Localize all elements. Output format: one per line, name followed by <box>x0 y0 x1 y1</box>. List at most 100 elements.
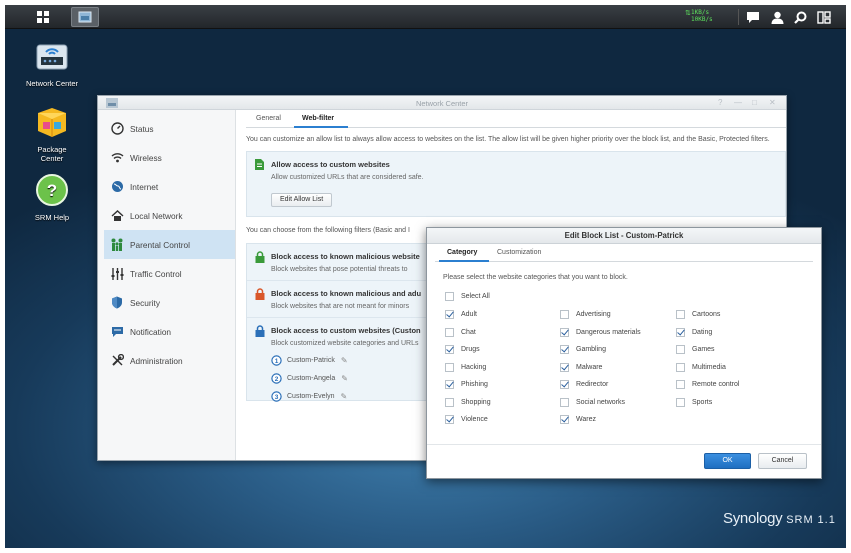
category-checkbox[interactable]: Dating <box>676 327 712 337</box>
category-checkbox[interactable]: Phishing <box>445 380 488 389</box>
edit-pencil-icon[interactable]: ✎ <box>341 374 348 383</box>
desktop-icon-label: Package Center <box>37 145 67 163</box>
category-checkbox[interactable]: Multimedia <box>676 362 726 372</box>
wifi-icon <box>110 151 124 165</box>
number-3-icon: 3 <box>271 391 282 402</box>
help-button[interactable]: ? <box>718 98 722 107</box>
checkbox-box <box>445 362 454 372</box>
window-title-bar[interactable]: Network Center ? — □ ✕ <box>98 96 786 110</box>
message-icon <box>110 325 124 339</box>
checkbox-label: Malware <box>576 363 603 371</box>
sidebar-item-label: Notification <box>130 326 172 337</box>
category-checkbox[interactable]: Advertising <box>560 310 611 319</box>
category-checkbox[interactable]: Drugs <box>445 345 480 354</box>
cancel-button[interactable]: Cancel <box>758 453 807 469</box>
gauge-icon <box>110 122 124 136</box>
number-1-icon: 1 <box>271 355 282 366</box>
package-center-app-icon <box>38 108 66 137</box>
sidebar-item-label: Local Network <box>130 210 183 221</box>
checkbox-label: Chat <box>461 328 476 336</box>
profile-item[interactable]: 2 Custom-Angela ✎ <box>271 373 348 384</box>
checkbox-label: Advertising <box>576 311 611 318</box>
sidebar-item-label: Parental Control <box>130 239 190 250</box>
edit-allow-list-button[interactable]: Edit Allow List <box>271 193 333 207</box>
category-checkbox[interactable]: Games <box>676 345 715 354</box>
network-speed: 1KB/s 10KB/s <box>691 9 713 23</box>
checkbox-label: Phishing <box>461 381 488 388</box>
globe-icon <box>110 180 124 194</box>
checkbox-box <box>676 397 685 407</box>
widgets-button[interactable] <box>815 8 833 26</box>
dialog-footer: OK Cancel <box>427 444 821 478</box>
profile-name: Custom-Angela <box>287 375 336 382</box>
category-checkbox[interactable]: Chat <box>445 327 476 337</box>
category-checkbox[interactable]: Warez <box>560 415 596 424</box>
sidebar-item-traffic-control[interactable]: Traffic Control <box>98 259 235 288</box>
profile-item[interactable]: 1 Custom-Patrick ✎ <box>271 355 348 366</box>
active-tab-indicator <box>294 126 348 128</box>
category-checkbox[interactable]: Adult <box>445 310 477 319</box>
category-checkbox[interactable]: Sports <box>676 397 712 407</box>
allow-subtitle: Allow customized URLs that are considere… <box>271 174 424 181</box>
checkbox-label: Drugs <box>461 346 480 353</box>
network-center-icon <box>78 11 92 23</box>
checkbox-box <box>560 345 569 354</box>
sidebar-item-security[interactable]: Security <box>98 288 235 317</box>
category-checkbox[interactable]: Remote control <box>676 380 739 389</box>
document-icon <box>255 159 264 170</box>
user-button[interactable] <box>768 8 786 26</box>
checkbox-box <box>560 380 569 389</box>
checkbox-box <box>560 327 569 337</box>
tab-general[interactable]: General <box>256 115 281 122</box>
main-menu-button[interactable] <box>29 7 57 27</box>
category-checkbox[interactable]: Social networks <box>560 397 625 407</box>
brand-product: SRM <box>786 514 814 526</box>
checkbox-label: Violence <box>461 416 488 423</box>
edit-pencil-icon[interactable]: ✎ <box>341 356 348 365</box>
maximize-button[interactable]: □ <box>752 98 757 107</box>
sidebar: Status Wireless Internet Local Network P… <box>98 110 236 460</box>
edit-block-list-dialog: Edit Block List - Custom-Patrick Categor… <box>426 227 822 479</box>
sidebar-item-label: Status <box>130 123 154 134</box>
sidebar-item-wireless[interactable]: Wireless <box>98 143 235 172</box>
category-checkbox[interactable]: Redirector <box>560 380 608 389</box>
checkbox-box <box>445 415 454 424</box>
tab-customization[interactable]: Customization <box>497 249 541 256</box>
close-button[interactable]: ✕ <box>769 98 776 107</box>
main-menu-icon <box>37 11 49 23</box>
chat-button[interactable] <box>744 8 762 26</box>
edit-pencil-icon[interactable]: ✎ <box>340 392 347 401</box>
sidebar-item-local-network[interactable]: Local Network <box>98 201 235 230</box>
desktop-icon-network-center[interactable]: Network Center <box>17 39 87 88</box>
search-button[interactable] <box>791 8 809 26</box>
lock-icon <box>255 288 265 300</box>
sidebar-item-status[interactable]: Status <box>98 114 235 143</box>
ok-button[interactable]: OK <box>704 453 751 469</box>
sidebar-item-parental-control[interactable]: Parental Control <box>104 230 235 259</box>
filter-title: Block access to known malicious and adu <box>271 289 422 298</box>
sidebar-item-notification[interactable]: Notification <box>98 317 235 346</box>
sidebar-item-administration[interactable]: Administration <box>98 346 235 375</box>
checkbox-label: Gambling <box>576 346 606 353</box>
category-checkbox[interactable]: Shopping <box>445 397 491 407</box>
category-checkbox[interactable]: Dangerous materials <box>560 327 641 337</box>
checkbox-label: Hacking <box>461 363 487 371</box>
desktop-icon-srm-help[interactable]: ? SRM Help <box>17 173 87 222</box>
network-center-task-button[interactable] <box>71 7 99 27</box>
minimize-button[interactable]: — <box>734 98 742 107</box>
sidebar-item-internet[interactable]: Internet <box>98 172 235 201</box>
category-checkbox[interactable]: Malware <box>560 362 603 372</box>
category-checkbox[interactable]: Cartoons <box>676 310 720 319</box>
category-checkbox[interactable]: Hacking <box>445 362 487 372</box>
profile-item[interactable]: 3 Custom-Evelyn ✎ <box>271 391 347 402</box>
tab-web-filter[interactable]: Web-filter <box>302 115 334 122</box>
checkbox-box <box>445 327 454 337</box>
profile-name: Custom-Patrick <box>287 357 335 364</box>
desktop-icon-package-center[interactable]: Package Center <box>17 105 87 163</box>
category-checkbox[interactable]: Violence <box>445 415 488 424</box>
dialog-title[interactable]: Edit Block List - Custom-Patrick <box>427 228 821 244</box>
category-checkbox[interactable]: Gambling <box>560 345 606 354</box>
user-icon <box>771 11 783 24</box>
select-all-checkbox[interactable]: Select All <box>445 292 490 301</box>
tab-category[interactable]: Category <box>447 249 477 256</box>
